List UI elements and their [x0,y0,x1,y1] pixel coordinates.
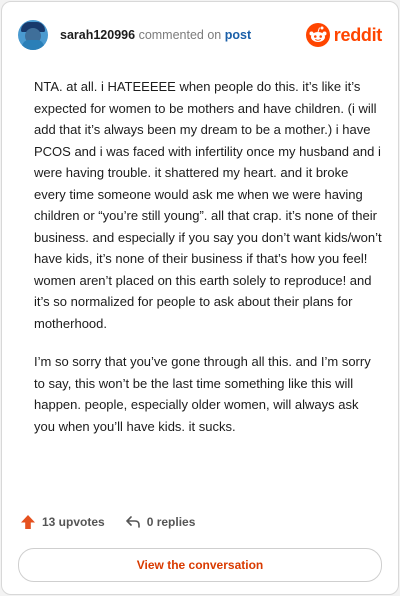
comment-header: sarah120996 commented on post reddit [18,18,382,52]
reply-count: 0 replies [146,515,196,529]
post-link[interactable]: post [225,28,251,42]
view-conversation-button[interactable]: View the conversation [18,548,382,582]
reply-arrow-icon [125,516,140,528]
comment-actions: 13 upvotes 0 replies [20,514,215,530]
avatar[interactable] [18,20,48,50]
reddit-snoo-icon [305,23,330,47]
comment-body: NTA. at all. i HATEEEEE when people do t… [34,76,382,454]
comment-card: sarah120996 commented on post reddit NTA… [1,1,399,595]
comment-paragraph-1: NTA. at all. i HATEEEEE when people do t… [34,79,382,331]
reply-button[interactable]: 0 replies [125,515,196,529]
upvote-arrow-icon [21,515,35,529]
username[interactable]: sarah120996 [60,28,135,42]
reddit-wordmark: reddit [333,24,383,45]
upvote-count: 13 upvotes [42,515,105,529]
comment-paragraph-2: I’m so sorry that you’ve gone through al… [34,354,371,434]
reddit-logo[interactable]: reddit [305,23,383,47]
action-text: commented on [138,28,222,42]
comment-meta: sarah120996 commented on post [60,28,251,42]
upvote-button[interactable]: 13 upvotes [20,514,105,530]
